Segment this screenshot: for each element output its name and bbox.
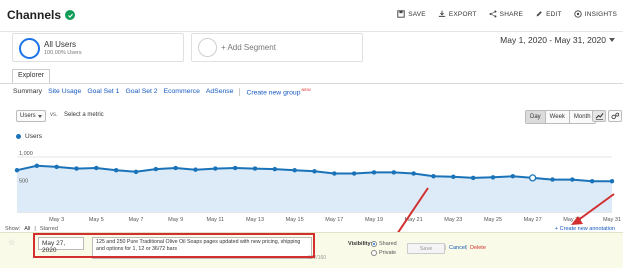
data-point [411, 171, 416, 176]
data-point [510, 174, 516, 179]
y-tick-label: 500 [19, 179, 28, 185]
highlight-box [33, 233, 315, 258]
data-point [292, 167, 297, 173]
data-point [529, 174, 537, 182]
annotation-save-button[interactable]: Save [407, 243, 445, 254]
data-point [490, 175, 496, 180]
data-point [213, 166, 218, 171]
data-point [589, 178, 595, 184]
visibility-label: Visibility: [348, 241, 373, 247]
data-point [133, 169, 139, 175]
visibility-private-label: Private [379, 250, 397, 256]
data-point [371, 170, 377, 175]
action-separator: | [445, 245, 447, 251]
x-tick-label: May 5 [89, 217, 104, 223]
visibility-private-radio[interactable] [371, 250, 377, 256]
x-tick-label: May 23 [444, 217, 462, 223]
data-point [451, 174, 456, 180]
data-point [193, 167, 198, 172]
x-tick-label: May 11 [207, 217, 225, 223]
data-point [113, 167, 119, 173]
star-icon[interactable]: ☆ [8, 238, 15, 247]
data-point [94, 165, 99, 171]
data-point [351, 171, 357, 176]
data-point [312, 169, 317, 174]
x-tick-label: May 27 [524, 217, 542, 223]
data-point [431, 174, 436, 179]
data-point [153, 166, 159, 172]
visibility-shared-radio[interactable] [371, 241, 377, 247]
y-tick-label: 1,000 [19, 151, 33, 157]
data-point [14, 167, 20, 173]
x-tick-label: May 9 [168, 217, 183, 223]
data-point [232, 165, 238, 171]
x-tick-label: May 25 [484, 217, 502, 223]
data-point [550, 177, 555, 182]
data-point [74, 166, 79, 171]
data-point [34, 163, 40, 169]
x-tick-label: May 15 [286, 217, 304, 223]
data-point [252, 166, 258, 171]
action-separator: | [466, 245, 468, 251]
data-point [173, 165, 178, 171]
annotation-delete-link[interactable]: Delete [470, 245, 486, 251]
x-tick-label: May 31 [603, 217, 621, 223]
users-line-chart: May 3 May 5 May 7 May 9 May 11 May 13 May 15 Ma… [14, 151, 621, 232]
data-point [470, 175, 476, 181]
annotation-cancel-link[interactable]: Cancel [449, 245, 466, 251]
data-point [391, 170, 397, 175]
data-point [570, 177, 575, 182]
x-tick-label: May 19 [365, 217, 383, 223]
x-tick-label: May 3 [49, 217, 64, 223]
data-point [332, 171, 337, 176]
x-tick-label: May 7 [129, 217, 144, 223]
data-point [609, 178, 615, 184]
x-axis-ticks: May 3 May 5 May 7 May 9 May 11 May 13 May 15 Ma… [49, 217, 621, 223]
x-tick-label: May 13 [246, 217, 264, 223]
data-point [54, 164, 59, 170]
x-tick-label: May 17 [325, 217, 343, 223]
visibility-shared-label: Shared [379, 241, 397, 247]
data-point [272, 166, 278, 172]
